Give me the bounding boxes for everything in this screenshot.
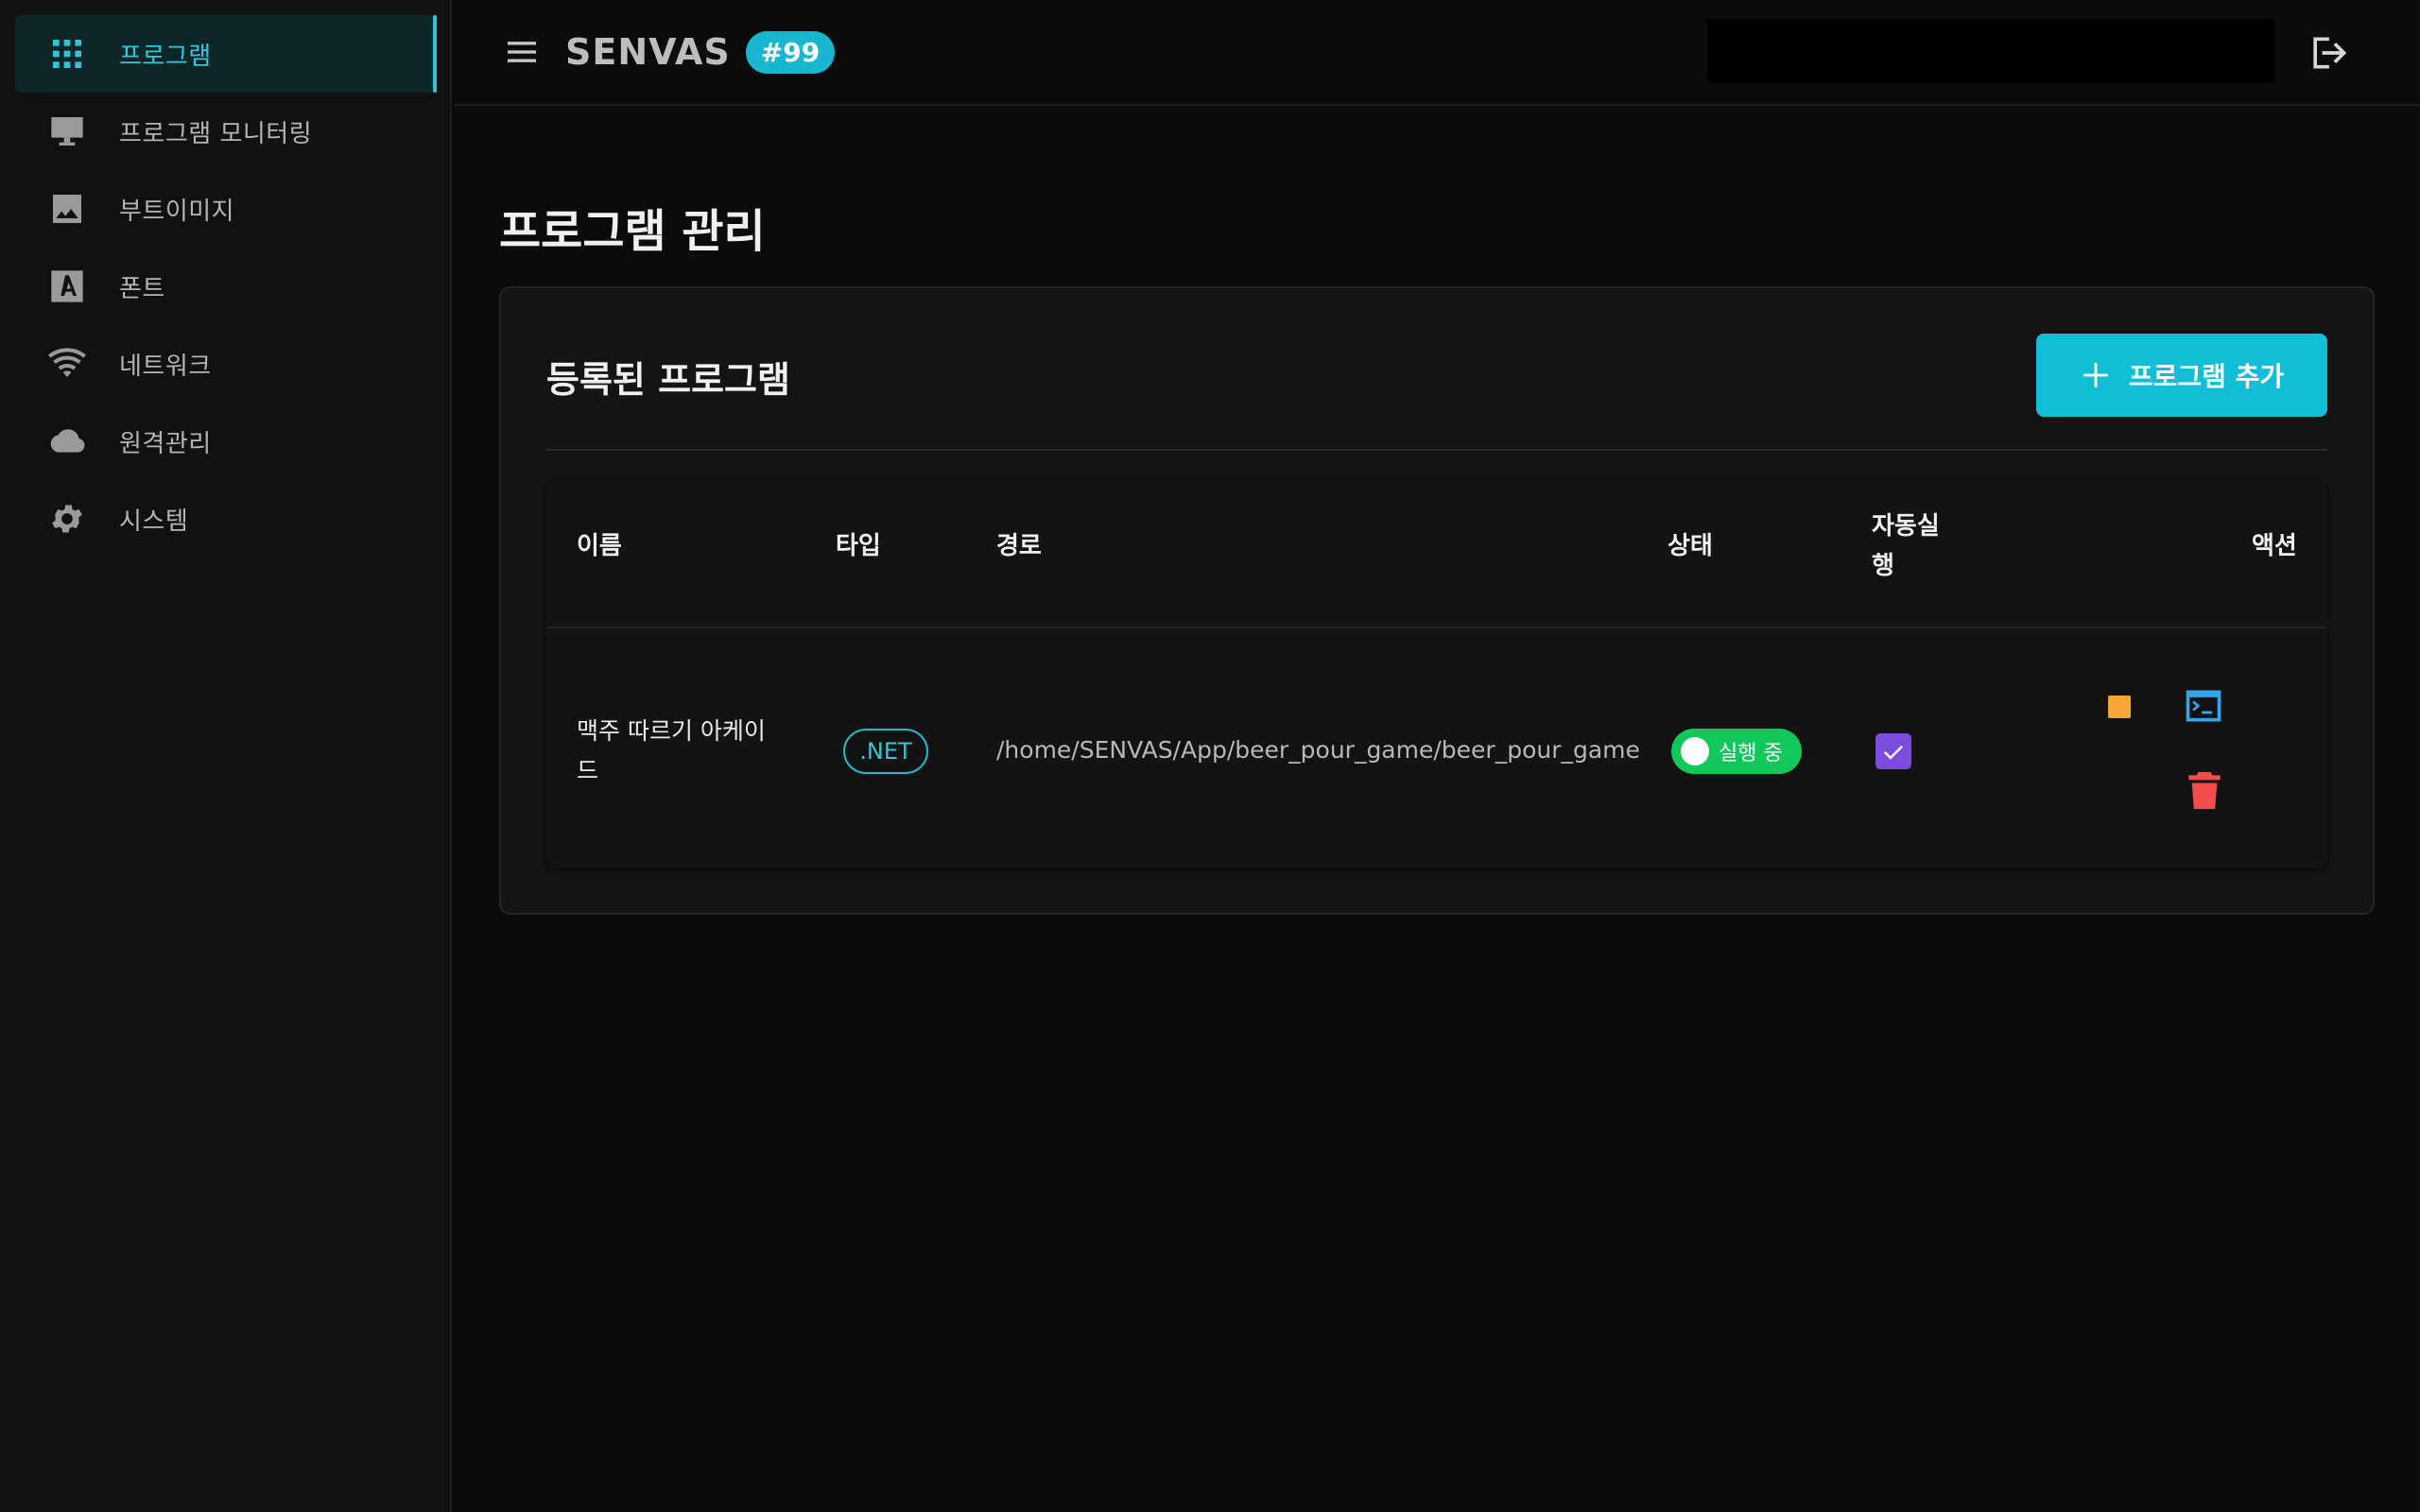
- sidebar: 프로그램 프로그램 모니터링 부트이미지 폰트 네트워크 원격관리 시스템: [0, 0, 452, 1512]
- wifi-icon: [47, 344, 87, 384]
- sidebar-item-label: 프로그램 모니터링: [119, 119, 313, 148]
- grid-icon: [47, 34, 87, 74]
- sidebar-item-label: 부트이미지: [119, 197, 235, 226]
- table-header-divider: [546, 627, 2327, 628]
- sidebar-item-label: 프로그램: [119, 42, 212, 71]
- sidebar-item-program-monitoring[interactable]: 프로그램 모니터링: [15, 93, 435, 170]
- open-console-button[interactable]: [2182, 684, 2225, 728]
- image-icon: [47, 189, 87, 229]
- sidebar-item-label: 원격관리: [119, 429, 212, 458]
- monitor-icon: [47, 112, 87, 151]
- program-status-toggle[interactable]: 실행 중: [1671, 729, 1802, 774]
- program-name: 맥주 따르기 아케이 드: [577, 717, 766, 784]
- program-type-chip: .NET: [843, 729, 928, 774]
- sidebar-item-programs[interactable]: 프로그램: [15, 15, 437, 93]
- registered-programs-card: 등록된 프로그램 프로그램 추가 이름 타입 경로 상태 자동실 행 액션 맥주…: [499, 286, 2375, 915]
- sidebar-item-label: 폰트: [119, 274, 165, 303]
- sidebar-item-boot-image[interactable]: 부트이미지: [15, 170, 435, 248]
- programs-table: 이름 타입 경로 상태 자동실 행 액션 맥주 따르기 아케이 드 .NET /…: [546, 481, 2327, 868]
- sidebar-item-font[interactable]: 폰트: [15, 248, 435, 325]
- sidebar-item-network[interactable]: 네트워크: [15, 325, 435, 403]
- status-label: 실행 중: [1719, 742, 1783, 765]
- column-header-autorun: 자동실 행: [1872, 512, 1940, 580]
- column-header-actions: 액션: [2252, 532, 2297, 560]
- plus-icon: [2083, 363, 2108, 387]
- font-icon: [47, 266, 87, 306]
- sidebar-item-label: 네트워크: [119, 352, 212, 381]
- stop-program-button[interactable]: [2108, 696, 2131, 718]
- column-header-path: 경로: [996, 532, 1042, 560]
- gear-icon: [47, 499, 87, 539]
- check-icon: [1883, 745, 1904, 760]
- sidebar-item-remote-management[interactable]: 원격관리: [15, 403, 435, 480]
- add-program-button[interactable]: 프로그램 추가: [2036, 334, 2327, 417]
- card-divider: [546, 449, 2327, 451]
- page-title: 프로그램 관리: [499, 205, 766, 258]
- delete-program-button[interactable]: [2186, 770, 2223, 812]
- header-redacted-field: [1707, 19, 2274, 83]
- menu-toggle-button[interactable]: [501, 31, 543, 73]
- add-program-button-label: 프로그램 추가: [2128, 361, 2285, 392]
- card-title: 등록된 프로그램: [546, 359, 790, 401]
- trash-icon: [2188, 772, 2221, 810]
- toggle-knob: [1681, 737, 1709, 765]
- cloud-icon: [47, 421, 87, 461]
- logout-icon: [2313, 37, 2347, 69]
- sidebar-item-system[interactable]: 시스템: [15, 480, 435, 558]
- brand-name: SENVAS: [565, 31, 731, 73]
- program-path: /home/SENVAS/App/beer_pour_game/beer_pou…: [996, 736, 1640, 764]
- sidebar-item-label: 시스템: [119, 507, 189, 536]
- autorun-checkbox[interactable]: [1876, 733, 1911, 769]
- column-header-status: 상태: [1668, 532, 1713, 560]
- hamburger-menu-icon: [508, 42, 536, 62]
- column-header-name: 이름: [577, 532, 622, 560]
- logout-button[interactable]: [2307, 32, 2348, 74]
- terminal-icon: [2186, 690, 2221, 722]
- top-bar: SENVAS #99: [454, 0, 2420, 106]
- column-header-type: 타입: [836, 532, 881, 560]
- device-badge: #99: [745, 30, 836, 74]
